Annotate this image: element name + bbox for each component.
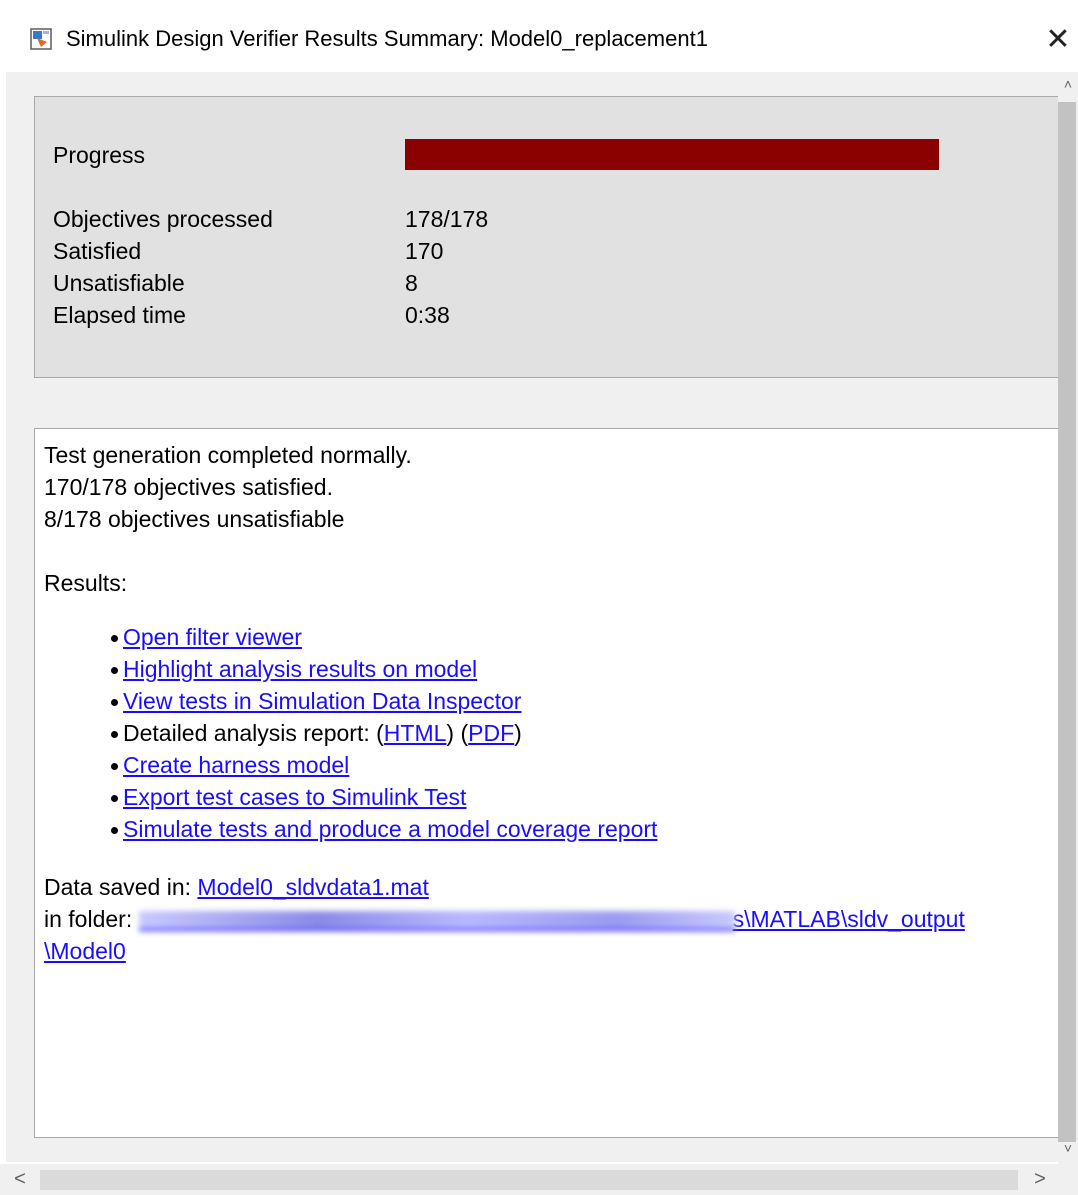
- list-item: Highlight analysis results on model: [105, 653, 657, 685]
- folder-label: in folder:: [44, 906, 139, 932]
- folder-line-2: \Model0: [44, 935, 126, 967]
- scroll-up-icon[interactable]: ˄: [1058, 76, 1078, 100]
- unsatisfiable-label: Unsatisfiable: [53, 270, 185, 296]
- satisfied-summary: 170/178 objectives satisfied.: [44, 474, 333, 500]
- data-saved-line: Data saved in: Model0_sldvdata1.mat: [44, 871, 429, 903]
- list-item: View tests in Simulation Data Inspector: [105, 685, 657, 717]
- elapsed-time-value: 0:38: [405, 302, 450, 328]
- close-icon[interactable]: ✕: [1040, 22, 1076, 58]
- report-pdf-link[interactable]: PDF: [468, 720, 514, 746]
- unsatisfiable-summary: 8/178 objectives unsatisfiable: [44, 506, 345, 532]
- report-mid: ) (: [446, 720, 469, 746]
- redacted-path: [138, 910, 735, 931]
- list-item: Detailed analysis report: (HTML) (PDF): [105, 717, 657, 749]
- folder-path-link-continued[interactable]: \Model0: [44, 938, 126, 964]
- window-title: Simulink Design Verifier Results Summary…: [66, 26, 708, 51]
- objectives-processed-value: 178/178: [405, 206, 489, 232]
- list-item: Export test cases to Simulink Test: [105, 781, 657, 813]
- list-item: Create harness model: [105, 749, 657, 781]
- objectives-processed-label: Objectives processed: [53, 206, 273, 232]
- horizontal-scrollbar[interactable]: < >: [0, 1164, 1058, 1195]
- scrollbar-corner: [1058, 1164, 1078, 1195]
- simulate-tests-link[interactable]: Simulate tests and produce a model cover…: [123, 816, 657, 842]
- create-harness-link[interactable]: Create harness model: [123, 752, 349, 778]
- vertical-scroll-thumb[interactable]: [1058, 102, 1076, 1142]
- report-suffix: ): [514, 720, 522, 746]
- export-test-cases-link[interactable]: Export test cases to Simulink Test: [123, 784, 466, 810]
- data-file-link[interactable]: Model0_sldvdata1.mat: [197, 874, 428, 900]
- satisfied-value: 170: [405, 238, 444, 264]
- satisfied-label: Satisfied: [53, 238, 142, 264]
- open-filter-viewer-link[interactable]: Open filter viewer: [123, 624, 302, 650]
- view-tests-sdi-link[interactable]: View tests in Simulation Data Inspector: [123, 688, 521, 714]
- status-message: Test generation completed normally.: [44, 442, 412, 468]
- data-saved-label: Data saved in:: [44, 874, 198, 900]
- results-summary-window: Simulink Design Verifier Results Summary…: [0, 0, 1078, 1195]
- progress-bar-fill: [405, 139, 939, 170]
- vertical-scrollbar[interactable]: ˄ ˅: [1058, 72, 1078, 1166]
- scroll-down-icon[interactable]: ˅: [1058, 1140, 1078, 1164]
- horizontal-scroll-thumb[interactable]: [40, 1170, 1018, 1190]
- highlight-results-link[interactable]: Highlight analysis results on model: [123, 656, 477, 682]
- folder-line: in folder: s\MATLAB\sldv_output: [44, 903, 965, 935]
- scroll-right-icon[interactable]: >: [1028, 1168, 1052, 1192]
- report-html-link[interactable]: HTML: [384, 720, 447, 746]
- unsatisfiable-value: 8: [405, 270, 418, 296]
- elapsed-time-label: Elapsed time: [53, 302, 186, 328]
- progress-bar: [405, 139, 939, 170]
- progress-label: Progress: [53, 142, 146, 168]
- title-bar: Simulink Design Verifier Results Summary…: [0, 8, 1078, 72]
- progress-panel: Progress Objectives processed 178/178 Sa…: [34, 96, 1060, 378]
- list-item: Open filter viewer: [105, 621, 657, 653]
- simulink-app-icon: [30, 28, 52, 50]
- results-panel: Test generation completed normally. 170/…: [34, 428, 1060, 1138]
- results-heading: Results:: [44, 570, 128, 596]
- scroll-left-icon[interactable]: <: [8, 1168, 32, 1192]
- folder-path-link[interactable]: s\MATLAB\sldv_output: [733, 906, 965, 932]
- results-link-list: Open filter viewer Highlight analysis re…: [105, 621, 657, 845]
- report-prefix: Detailed analysis report: (: [123, 720, 384, 746]
- list-item: Simulate tests and produce a model cover…: [105, 813, 657, 845]
- client-area: Progress Objectives processed 178/178 Sa…: [6, 72, 1060, 1162]
